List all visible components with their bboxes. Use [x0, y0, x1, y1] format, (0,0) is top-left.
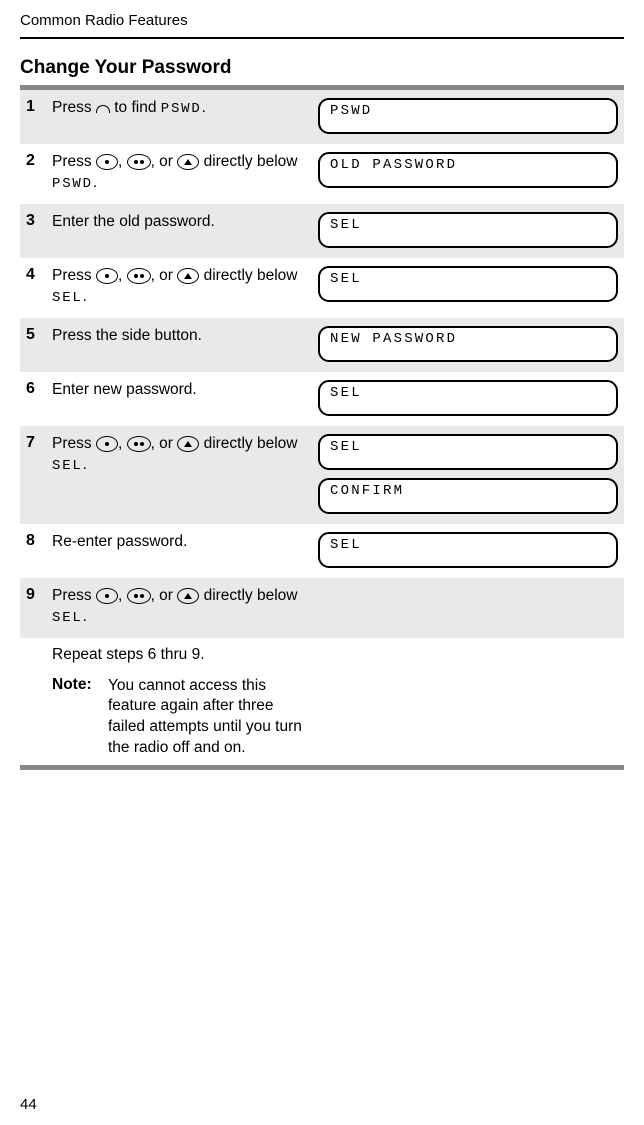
page-title: Change Your Password	[20, 57, 624, 79]
text-fragment: ,	[118, 435, 127, 452]
triangle-button-icon	[177, 436, 199, 452]
display-column: SEL	[318, 532, 618, 568]
step-text: Press , , or directly below SEL.	[52, 434, 318, 476]
step-row-8: 8 Re-enter password. SEL	[20, 524, 624, 578]
lcd-display: PSWD	[318, 98, 618, 134]
one-dot-button-icon	[96, 436, 118, 452]
triangle-button-icon	[177, 268, 199, 284]
text-fragment: .	[83, 456, 87, 473]
code-text: SEL	[52, 290, 83, 306]
step-number: 3	[26, 212, 52, 230]
step-text: Press , , or directly below PSWD.	[52, 152, 318, 194]
two-dot-button-icon	[127, 588, 151, 604]
text-fragment: .	[83, 288, 87, 305]
display-column: OLD PASSWORD	[318, 152, 618, 188]
text-fragment: , or	[151, 435, 178, 452]
step-row-2: 2 Press , , or directly below PSWD. OLD …	[20, 144, 624, 204]
text-fragment: to find	[114, 99, 161, 116]
text-fragment: directly below	[204, 587, 298, 604]
text-fragment: Press	[52, 587, 96, 604]
step-text: Re-enter password.	[52, 532, 318, 553]
step-text: Enter new password.	[52, 380, 318, 401]
text-fragment: Press	[52, 267, 96, 284]
step-number: 9	[26, 586, 52, 604]
text-fragment: ,	[118, 153, 127, 170]
step-number: 4	[26, 266, 52, 284]
lcd-display: SEL	[318, 532, 618, 568]
step-text: Press to find PSWD.	[52, 98, 318, 119]
section-header: Common Radio Features	[20, 12, 624, 29]
nav-right-icon	[96, 105, 110, 113]
text-fragment: , or	[151, 153, 178, 170]
text-fragment: .	[83, 608, 87, 625]
lcd-display: SEL	[318, 212, 618, 248]
step-row-7: 7 Press , , or directly below SEL. SEL C…	[20, 426, 624, 524]
triangle-button-icon	[177, 588, 199, 604]
text-fragment: Press	[52, 435, 96, 452]
text-fragment: Press	[52, 153, 96, 170]
repeat-text: Repeat steps 6 thru 9.	[20, 638, 624, 670]
triangle-button-icon	[177, 154, 199, 170]
two-dot-button-icon	[127, 154, 151, 170]
display-column: SEL	[318, 266, 618, 302]
lcd-display: SEL	[318, 434, 618, 470]
step-row-3: 3 Enter the old password. SEL	[20, 204, 624, 258]
text-fragment: , or	[151, 267, 178, 284]
step-row-4: 4 Press , , or directly below SEL. SEL	[20, 258, 624, 318]
text-fragment: directly below	[204, 153, 298, 170]
one-dot-button-icon	[96, 588, 118, 604]
step-number: 7	[26, 434, 52, 452]
note-label: Note:	[52, 676, 108, 760]
lcd-display: NEW PASSWORD	[318, 326, 618, 362]
page-number: 44	[20, 1096, 37, 1113]
step-text: Press , , or directly below SEL.	[52, 586, 318, 628]
lcd-display: OLD PASSWORD	[318, 152, 618, 188]
code-text: PSWD	[161, 101, 202, 117]
text-fragment: ,	[118, 267, 127, 284]
two-dot-button-icon	[127, 436, 151, 452]
lcd-display: SEL	[318, 380, 618, 416]
step-row-6: 6 Enter new password. SEL	[20, 372, 624, 426]
text-fragment: ,	[118, 587, 127, 604]
step-text: Press the side button.	[52, 326, 318, 347]
text-fragment: directly below	[204, 435, 298, 452]
step-number: 1	[26, 98, 52, 116]
text-fragment: .	[202, 99, 206, 116]
step-number: 6	[26, 380, 52, 398]
one-dot-button-icon	[96, 268, 118, 284]
step-number: 5	[26, 326, 52, 344]
display-column: NEW PASSWORD	[318, 326, 618, 362]
text-fragment: , or	[151, 587, 178, 604]
code-text: SEL	[52, 458, 83, 474]
lcd-display: SEL	[318, 266, 618, 302]
text-fragment: Press	[52, 99, 96, 116]
display-column: SEL	[318, 212, 618, 248]
two-dot-button-icon	[127, 268, 151, 284]
one-dot-button-icon	[96, 154, 118, 170]
display-column: SEL CONFIRM	[318, 434, 618, 514]
step-number: 2	[26, 152, 52, 170]
step-row-5: 5 Press the side button. NEW PASSWORD	[20, 318, 624, 372]
code-text: PSWD	[52, 176, 93, 192]
header-rule	[20, 37, 624, 39]
step-text: Enter the old password.	[52, 212, 318, 233]
step-row-9: 9 Press , , or directly below SEL.	[20, 578, 624, 638]
step-row-1: 1 Press to find PSWD. PSWD	[20, 90, 624, 144]
text-fragment: directly below	[204, 267, 298, 284]
code-text: SEL	[52, 610, 83, 626]
step-text: Press , , or directly below SEL.	[52, 266, 318, 308]
step-number: 8	[26, 532, 52, 550]
note-text: You cannot access this feature again aft…	[108, 676, 618, 760]
text-fragment: .	[93, 174, 97, 191]
display-column: PSWD	[318, 98, 618, 134]
display-column: SEL	[318, 380, 618, 416]
note-row: Note: You cannot access this feature aga…	[20, 670, 624, 760]
bottom-band	[20, 765, 624, 770]
lcd-display: CONFIRM	[318, 478, 618, 514]
